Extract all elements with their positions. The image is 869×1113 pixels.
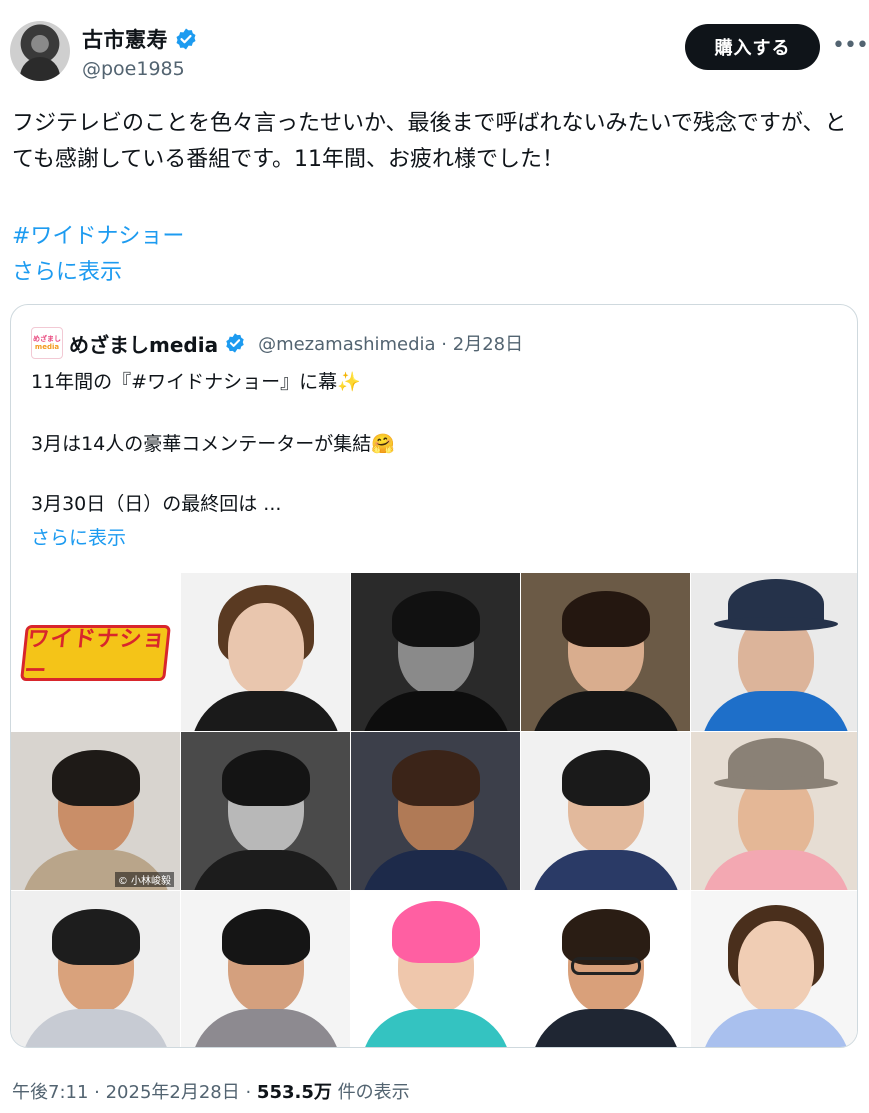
photo-credit: © 小林峻毅: [114, 872, 174, 887]
quoted-text-line-2: 3月は14人の豪華コメンテーターが集結🤗: [31, 433, 395, 455]
quoted-handle-date[interactable]: @mezamashimedia · 2月28日: [258, 330, 523, 356]
quoted-display-name[interactable]: めざましmedia: [69, 329, 218, 358]
commentator-photo: [351, 732, 520, 890]
commentator-photo: [691, 732, 857, 890]
author-handle[interactable]: @poe1985: [82, 58, 185, 80]
commentator-photo: [181, 732, 350, 890]
author-avatar[interactable]: [10, 21, 70, 81]
show-logo-image: ワイドナショー: [11, 573, 180, 731]
quoted-text-line-3: 3月30日（日）の最終回は ...: [31, 493, 282, 515]
quoted-show-more-link[interactable]: さらに表示: [31, 523, 126, 550]
quoted-avatar-text-1: めざまし: [33, 335, 61, 343]
quoted-tweet-header: めざまし media めざましmedia @mezamashimedia · 2…: [31, 327, 523, 359]
quoted-account-avatar[interactable]: めざまし media: [31, 327, 63, 359]
author-name-row: 古市憲寿: [82, 24, 198, 54]
author-display-name[interactable]: 古市憲寿: [82, 24, 168, 54]
commentator-photo: [11, 891, 180, 1047]
commentator-photo: [351, 573, 520, 731]
commentators-photo-grid[interactable]: ワイドナショー © 小林峻毅: [11, 573, 857, 1047]
quoted-tweet-card[interactable]: めざまし media めざましmedia @mezamashimedia · 2…: [10, 304, 858, 1048]
commentator-photo: [181, 891, 350, 1047]
hashtag-link[interactable]: #ワイドナショー: [12, 218, 184, 250]
verified-badge-icon: [226, 333, 244, 353]
commentator-photo: [691, 891, 857, 1047]
more-horizontal-icon[interactable]: •••: [832, 34, 869, 58]
show-more-link[interactable]: さらに表示: [12, 254, 122, 286]
tweet-timestamp[interactable]: 午後7:11 · 2025年2月28日 ·: [12, 1082, 257, 1103]
view-count: 553.5万: [256, 1082, 332, 1103]
commentator-photo: © 小林峻毅: [11, 732, 180, 890]
commentator-photo: [691, 573, 857, 731]
tweet-meta: 午後7:11 · 2025年2月28日 · 553.5万 件の表示: [12, 1078, 410, 1104]
quoted-avatar-text-2: media: [34, 343, 60, 351]
view-label: 件の表示: [331, 1082, 410, 1103]
quoted-text-line-1: 11年間の『#ワイドナショー』に幕✨: [31, 371, 361, 393]
show-logo: ワイドナショー: [20, 625, 171, 684]
buy-button[interactable]: 購入する: [685, 24, 820, 70]
commentator-photo: [181, 573, 350, 731]
tweet-text: フジテレビのことを色々言ったせいか、最後まで呼ばれないみたいで残念ですが、とても…: [12, 111, 847, 172]
commentator-photo: [521, 573, 690, 731]
commentator-photo: [521, 891, 690, 1047]
verified-badge-icon: [176, 28, 196, 50]
commentator-photo: [521, 732, 690, 890]
commentator-photo: [351, 891, 520, 1047]
